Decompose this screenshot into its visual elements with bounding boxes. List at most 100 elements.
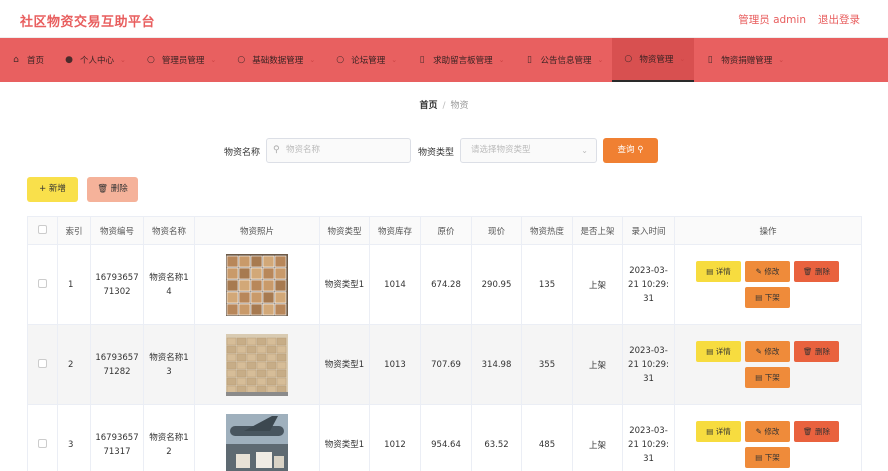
delete-button[interactable]: 🗑 删除 bbox=[87, 177, 138, 202]
app-title: 社区物资交易互助平台 bbox=[20, 15, 156, 30]
offshelf-button[interactable]: ▤ 下架 bbox=[745, 447, 790, 468]
cell-index: 2 bbox=[57, 324, 91, 405]
column-header: 操作 bbox=[674, 216, 862, 245]
column-header: 物资照片 bbox=[194, 216, 320, 245]
detail-label: 详情 bbox=[715, 267, 731, 276]
cell-ops: ▤ 详情 ✎ 修改 🗑 删除 ▤ 下架 bbox=[674, 404, 862, 471]
edit-button[interactable]: ✎ 修改 bbox=[745, 261, 790, 282]
cell-index: 1 bbox=[57, 244, 91, 325]
row-select-cell[interactable] bbox=[27, 244, 58, 325]
document-icon: ▤ bbox=[755, 373, 765, 382]
cell-time: 2023-03-21 10:29:31 bbox=[622, 404, 675, 471]
goods-code: 1679365771302 bbox=[95, 272, 139, 297]
document-icon: ▤ bbox=[706, 267, 716, 276]
nav-item-8[interactable]: ▯ 物资捐赠管理 ⌄ bbox=[694, 38, 793, 82]
column-header: 是否上架 bbox=[572, 216, 623, 245]
nav-item-1[interactable]: ● 个人中心 ⌄ bbox=[53, 38, 135, 82]
chevron-down-icon: ⌄ bbox=[597, 56, 604, 64]
row-select-cell[interactable] bbox=[27, 404, 58, 471]
table-row[interactable]: 1 1679365771302 物资名称14 物资类型1 1014 674.28 290.9… bbox=[27, 244, 862, 325]
row-checkbox[interactable] bbox=[38, 278, 47, 288]
trash-icon: 🗑 bbox=[803, 267, 815, 276]
entry-time: 2023-03-21 10:29:31 bbox=[628, 425, 669, 464]
nav-item-6[interactable]: ▯ 公告信息管理 ⌄ bbox=[513, 38, 612, 82]
nav-item-7[interactable]: ○ 物资管理 ⌄ bbox=[612, 38, 695, 82]
nav-item-0[interactable]: ⌂ 首页 bbox=[0, 38, 53, 82]
cell-status: 上架 bbox=[572, 324, 623, 405]
breadcrumb-home[interactable]: 首页 bbox=[419, 101, 437, 111]
remove-button[interactable]: 🗑 删除 bbox=[794, 421, 839, 442]
cell-ops: ▤ 详情 ✎ 修改 🗑 删除 ▤ 下架 bbox=[674, 324, 862, 405]
remove-label: 删除 bbox=[814, 427, 830, 436]
detail-label: 详情 bbox=[715, 427, 731, 436]
remove-button[interactable]: 🗑 删除 bbox=[794, 261, 839, 282]
select-all-checkbox[interactable] bbox=[38, 224, 47, 234]
column-header: 物资类型 bbox=[319, 216, 370, 245]
nav-item-label: 求助留言板管理 bbox=[433, 56, 493, 66]
offshelf-button[interactable]: ▤ 下架 bbox=[745, 287, 790, 308]
edit-button[interactable]: ✎ 修改 bbox=[745, 421, 790, 442]
trash-icon: 🗑 bbox=[803, 427, 815, 436]
column-header: 索引 bbox=[57, 216, 91, 245]
select-all-cell[interactable] bbox=[27, 216, 58, 245]
nav-item-label: 首页 bbox=[27, 56, 45, 66]
column-header: 现价 bbox=[471, 216, 522, 245]
cell-index: 3 bbox=[57, 404, 91, 471]
cell-photo bbox=[194, 404, 320, 471]
chevron-down-icon: ⌄ bbox=[210, 56, 217, 64]
remove-label: 删除 bbox=[814, 267, 830, 276]
nav-item-3[interactable]: ○ 基础数据管理 ⌄ bbox=[225, 38, 324, 82]
admin-icon: ○ bbox=[146, 55, 155, 65]
offshelf-label: 下架 bbox=[764, 453, 780, 462]
query-label: 查询 bbox=[617, 145, 635, 155]
home-icon: ⌂ bbox=[13, 55, 19, 65]
edit-button[interactable]: ✎ 修改 bbox=[745, 341, 790, 362]
cell-orig-price: 674.28 bbox=[420, 244, 472, 325]
cell-type: 物资类型1 bbox=[319, 324, 370, 405]
nav-item-label: 基础数据管理 bbox=[252, 56, 304, 66]
detail-button[interactable]: ▤ 详情 bbox=[696, 261, 741, 282]
logout-link[interactable]: 退出登录 bbox=[818, 12, 860, 27]
add-button[interactable]: + 新增 bbox=[27, 177, 78, 202]
query-button[interactable]: 查询 ⚲ bbox=[603, 138, 658, 163]
nav-item-label: 物资管理 bbox=[639, 55, 674, 65]
column-header: 原价 bbox=[420, 216, 472, 245]
table-body: 1 1679365771302 物资名称14 物资类型1 1014 674.28 290.9… bbox=[27, 244, 862, 471]
nav-item-4[interactable]: ○ 论坛管理 ⌄ bbox=[324, 38, 406, 82]
cell-price: 314.98 bbox=[471, 324, 522, 405]
offshelf-button[interactable]: ▤ 下架 bbox=[745, 367, 790, 388]
nav-item-label: 物资捐赠管理 bbox=[721, 56, 773, 66]
admin-username: 管理员 admin bbox=[738, 14, 806, 26]
cell-status: 上架 bbox=[572, 404, 623, 471]
goods-name: 物资名称14 bbox=[149, 272, 189, 297]
goods-name: 物资名称12 bbox=[149, 432, 189, 457]
chevron-down-icon: ⌄ bbox=[778, 56, 785, 64]
nav-item-2[interactable]: ○ 管理员管理 ⌄ bbox=[135, 38, 225, 82]
detail-button[interactable]: ▤ 详情 bbox=[696, 421, 741, 442]
detail-button[interactable]: ▤ 详情 bbox=[696, 341, 741, 362]
chevron-down-icon: ⌄ bbox=[581, 146, 588, 155]
row-checkbox[interactable] bbox=[38, 358, 47, 368]
name-search-input[interactable]: ⚲ 物资名称 bbox=[266, 138, 411, 163]
document-icon: ▤ bbox=[755, 293, 765, 302]
table-row[interactable]: 3 1679365771317 物资名称12 物资类型1 1012 954.64 63.52… bbox=[27, 404, 862, 471]
column-header: 物资名称 bbox=[143, 216, 195, 245]
table-row[interactable]: 2 1679365771282 物资名称13 物资类型1 1013 707.69 314.9… bbox=[27, 324, 862, 405]
document-icon: ▤ bbox=[755, 453, 765, 462]
name-label: 物资名称 bbox=[224, 148, 261, 158]
nav-item-label: 公告信息管理 bbox=[540, 56, 592, 66]
notice-icon: ▯ bbox=[526, 55, 532, 65]
breadcrumb-separator: / bbox=[442, 101, 446, 111]
remove-button[interactable]: 🗑 删除 bbox=[794, 341, 839, 362]
nav-item-5[interactable]: ▯ 求助留言板管理 ⌄ bbox=[406, 38, 513, 82]
nav-item-label: 管理员管理 bbox=[161, 56, 205, 66]
cell-heat: 355 bbox=[521, 324, 573, 405]
row-select-cell[interactable] bbox=[27, 324, 58, 405]
main-nav: ⌂ 首页 ● 个人中心 ⌄ ○ 管理员管理 ⌄ ○ 基础数据管理 ⌄ ○ 论坛管理 ⌄ ▯ 求助留言板管理 ⌄ ▯… bbox=[0, 38, 888, 82]
breadcrumb: 首页 / 物资 bbox=[0, 98, 888, 111]
cell-stock: 1014 bbox=[369, 244, 421, 325]
row-checkbox[interactable] bbox=[38, 438, 47, 448]
type-select[interactable]: 请选择物资类型 ⌄ bbox=[460, 138, 597, 163]
goods-type: 物资类型1 bbox=[324, 439, 365, 450]
cell-code: 1679365771302 bbox=[90, 244, 144, 325]
